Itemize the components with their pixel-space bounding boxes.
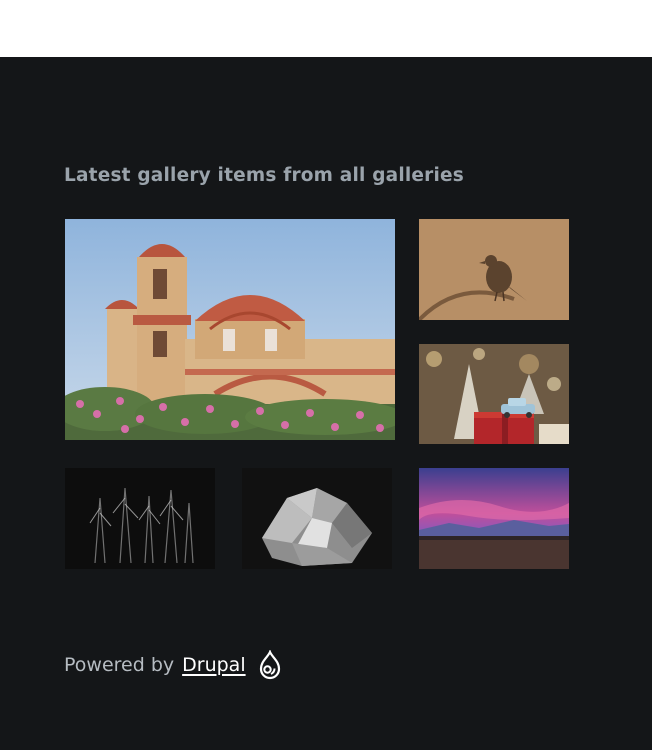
gallery-item-crystal[interactable] xyxy=(242,468,392,569)
bird-image xyxy=(419,219,569,320)
gallery-item-christmas-car[interactable] xyxy=(419,344,569,444)
christmas-car-image xyxy=(419,344,569,444)
powered-by-text: Powered by xyxy=(64,654,175,676)
gallery-item-dark-trees[interactable] xyxy=(65,468,215,569)
page-top-area xyxy=(0,0,652,57)
crystal-image xyxy=(242,468,392,569)
dark-trees-image xyxy=(65,468,215,569)
gallery-block-title: Latest gallery items from all galleries xyxy=(64,165,464,186)
sunset-image xyxy=(419,468,569,569)
drupal-link[interactable]: Drupal xyxy=(182,654,245,676)
gallery-item-sunset[interactable] xyxy=(419,468,569,569)
powered-by-drupal: Powered by Drupal xyxy=(64,649,282,680)
gallery-item-church[interactable] xyxy=(65,219,395,440)
drupal-drop-icon xyxy=(258,649,282,680)
church-image xyxy=(65,219,395,440)
gallery-item-bird[interactable] xyxy=(419,219,569,320)
